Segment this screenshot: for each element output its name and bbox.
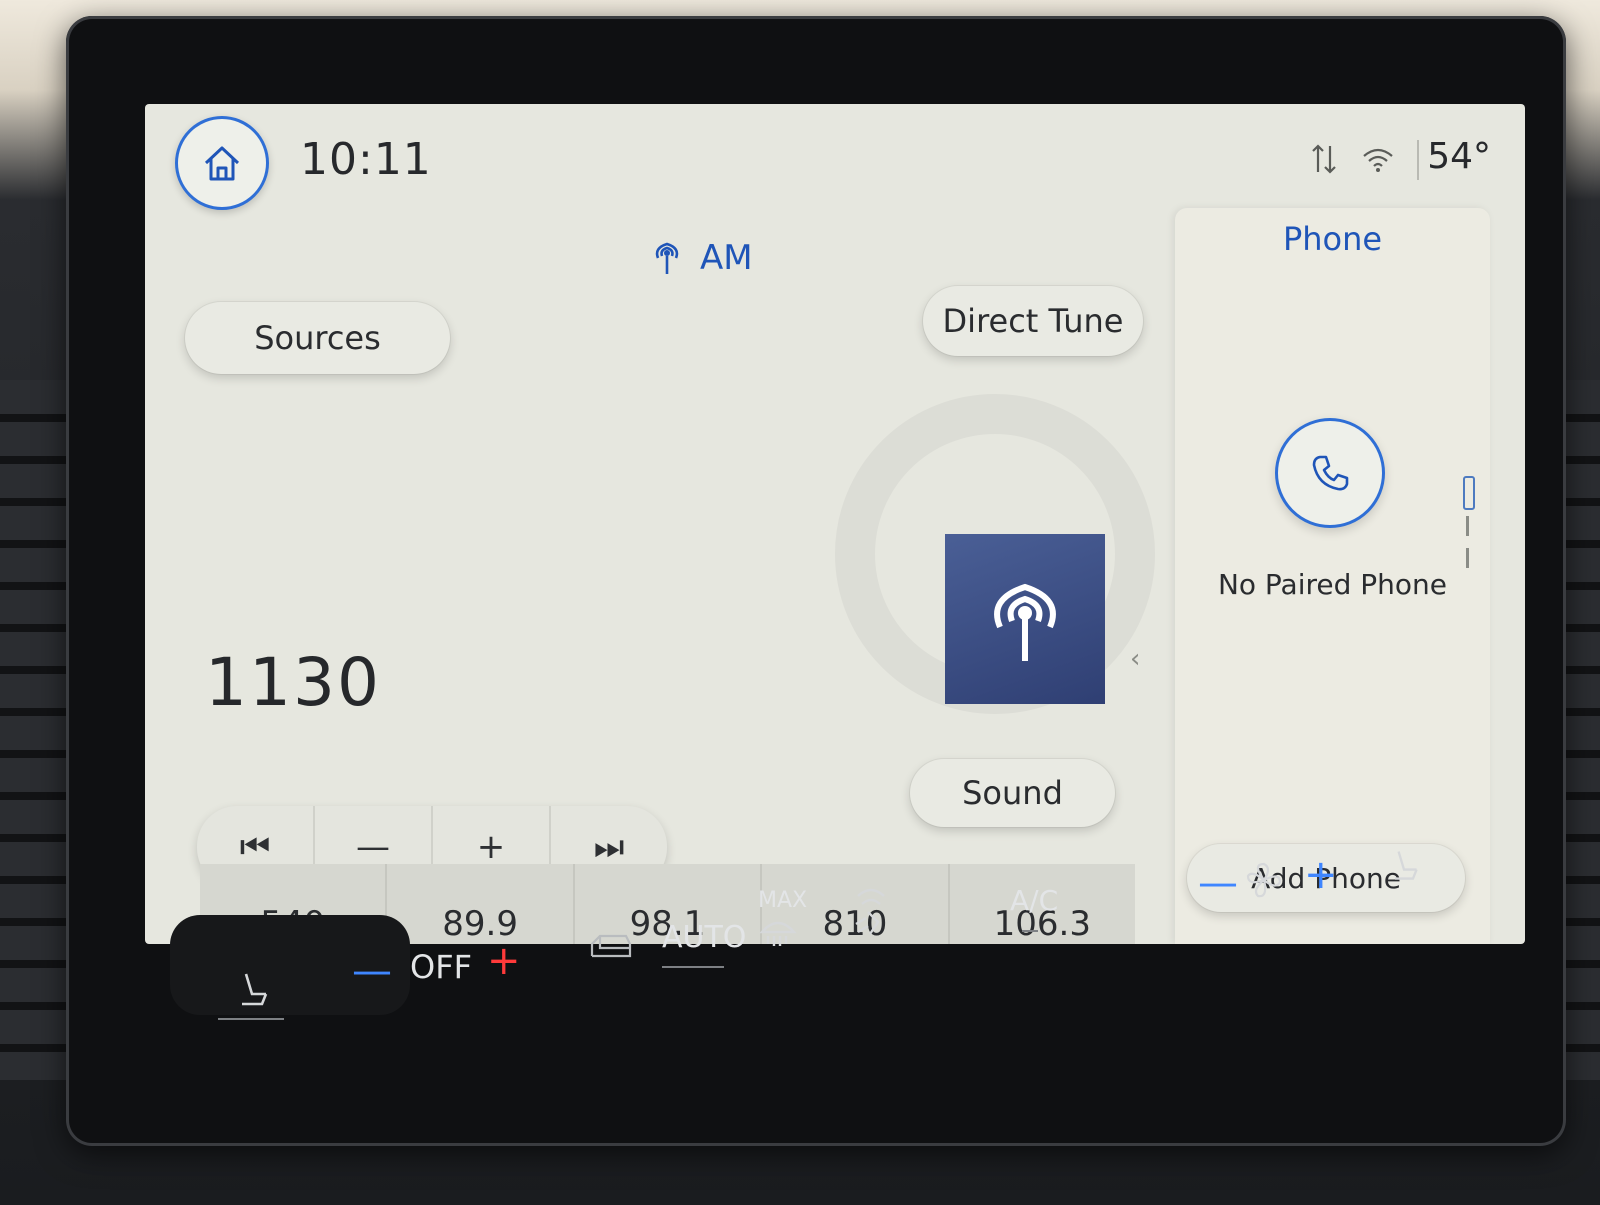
max-defrost-icon[interactable] — [758, 914, 798, 948]
phone-icon — [1312, 455, 1349, 491]
status-bar: 10:11 54° — [145, 104, 1525, 214]
driver-temp-up-button[interactable]: + — [487, 938, 521, 984]
handle-line — [1466, 516, 1469, 536]
fan-down-button[interactable]: — — [1198, 860, 1238, 906]
direct-tune-button[interactable]: Direct Tune — [923, 286, 1143, 356]
phone-panel: Phone No Paired Phone Add Phone — [1175, 208, 1490, 944]
data-transfer-icon — [1312, 144, 1336, 174]
sources-button[interactable]: Sources — [185, 302, 450, 374]
current-frequency: 1130 — [205, 644, 381, 721]
preset-2[interactable]: 89.9 — [387, 864, 575, 944]
ac-button[interactable]: A/C — [1010, 884, 1058, 917]
status-icons — [1309, 142, 1395, 176]
status-divider — [1417, 140, 1419, 180]
skip-back-icon: ⏮ — [239, 827, 271, 867]
auto-indicator — [662, 966, 724, 968]
outside-temperature: 54° — [1427, 136, 1491, 177]
seat-indicator — [218, 1018, 284, 1020]
panel-drag-handle[interactable] — [1463, 476, 1475, 510]
phone-button[interactable] — [1275, 418, 1385, 528]
sound-button[interactable]: Sound — [910, 759, 1115, 827]
broadcast-icon — [994, 583, 1056, 661]
max-defrost-label: MAX — [758, 888, 808, 913]
recirculation-icon[interactable] — [588, 930, 634, 964]
clock: 10:11 — [300, 134, 432, 185]
ac-indicator — [1022, 930, 1038, 932]
phone-status: No Paired Phone — [1217, 568, 1448, 601]
station-art — [945, 534, 1105, 704]
tune-up-icon: + — [476, 827, 506, 867]
phone-title: Phone — [1282, 220, 1383, 258]
current-source: AM — [650, 238, 753, 278]
passenger-seat-icon[interactable] — [1386, 848, 1422, 884]
chevron-left-icon[interactable]: ‹ — [1130, 644, 1140, 674]
radio-antenna-icon — [655, 242, 679, 274]
tune-down-icon: — — [356, 827, 390, 867]
home-button[interactable] — [175, 116, 269, 210]
skip-forward-icon: ⏭ — [593, 827, 625, 867]
infotainment-screen: 10:11 54° AM Sources Direct Tune 1130 ‹ … — [145, 104, 1525, 944]
defrost-airflow-icon[interactable] — [848, 884, 894, 940]
driver-seat-icon[interactable] — [232, 970, 272, 1010]
handle-line — [1466, 548, 1469, 568]
source-name: AM — [700, 238, 753, 278]
home-icon — [204, 146, 240, 181]
auto-button[interactable]: AUTO — [662, 920, 746, 955]
fan-up-button[interactable]: + — [1304, 852, 1338, 898]
fan-icon — [1246, 862, 1282, 898]
wifi-hotspot-icon — [1363, 148, 1393, 172]
driver-temp-display: OFF — [410, 948, 472, 986]
audio-panel: AM Sources Direct Tune 1130 ‹ Sound ⏮ — … — [145, 214, 1155, 944]
driver-temp-down-button[interactable]: — — [352, 948, 392, 994]
